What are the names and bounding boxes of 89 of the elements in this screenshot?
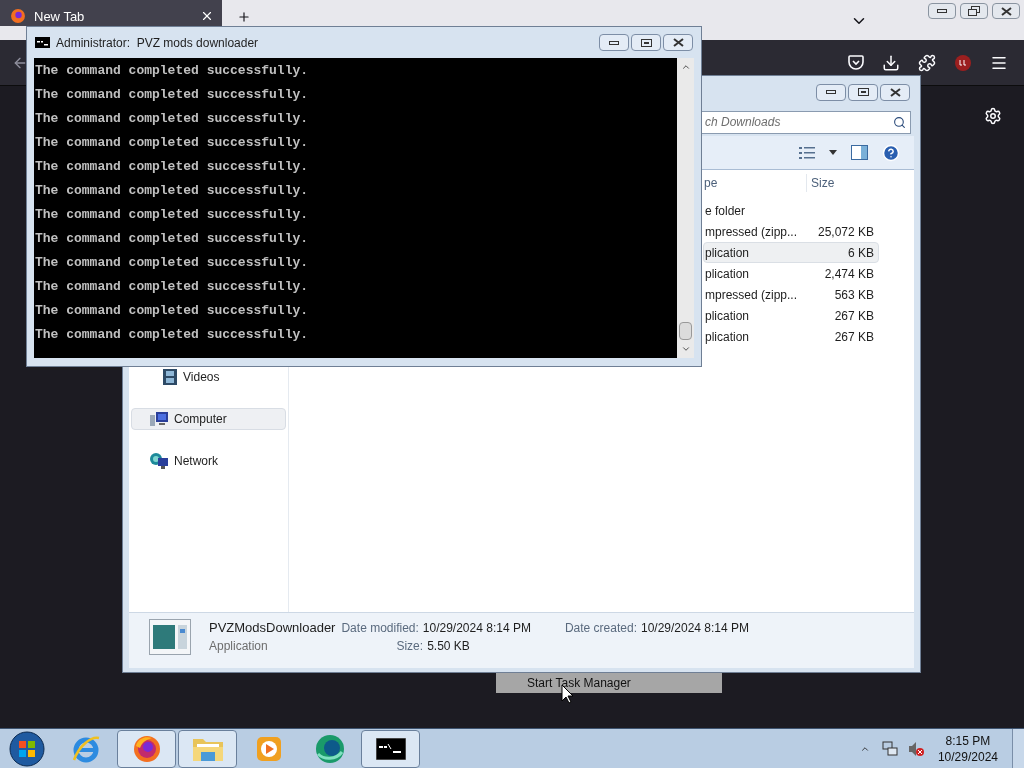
close-icon [1000, 6, 1012, 16]
minimize-icon [826, 90, 836, 94]
field-label: Size: [396, 638, 424, 655]
computer-icon [150, 411, 168, 427]
minimize-icon [937, 9, 947, 13]
close-button[interactable] [663, 34, 693, 51]
console-line: The command completed successfully. [34, 230, 310, 248]
firefox-icon [131, 733, 162, 764]
network-icon [150, 453, 168, 469]
minimize-icon [609, 40, 619, 45]
file-name: PVZModsDownloader [209, 619, 336, 637]
console-line: The command completed successfully. [34, 302, 310, 320]
nav-item[interactable]: Videos [131, 366, 286, 388]
scroll-up-icon[interactable] [680, 62, 691, 72]
file-row[interactable]: e folder [703, 200, 879, 221]
puzzle-icon[interactable] [918, 53, 936, 72]
scrollbar[interactable] [677, 58, 694, 358]
close-tab-icon[interactable] [200, 9, 214, 23]
window-title: Administrator: PVZ mods downloader [56, 34, 260, 52]
column-header[interactable]: Size [806, 174, 879, 192]
download-icon[interactable] [882, 53, 900, 72]
console-line: The command completed successfully. [34, 158, 310, 176]
console-line: The command completed successfully. [34, 86, 310, 104]
field-value: 10/29/2024 8:14 PM [422, 620, 531, 637]
restore-icon [968, 6, 980, 16]
maximize-icon [857, 88, 869, 96]
shield-icon[interactable] [954, 53, 972, 72]
help-icon[interactable] [882, 143, 900, 162]
file-row[interactable]: mpressed (zipp... 25,072 KB [703, 221, 879, 242]
console-line: The command completed successfully. [34, 134, 310, 152]
console-line: The command completed successfully. [34, 182, 310, 200]
clock-date[interactable]: 10/29/2024 [937, 748, 998, 765]
console-line: The command completed successfully. [34, 206, 310, 224]
close-icon [672, 38, 684, 47]
sphere-icon [313, 733, 346, 764]
close-icon [889, 87, 901, 97]
minimize-button[interactable] [599, 34, 629, 51]
new-tab-icon[interactable] [237, 10, 251, 24]
pocket-icon[interactable] [848, 55, 864, 70]
browser-tab[interactable]: New Tab [0, 0, 222, 26]
file-type: Application [209, 638, 269, 655]
console-line: The command completed successfully. [34, 278, 310, 296]
dropdown-arrow-icon[interactable] [829, 150, 837, 155]
column-header[interactable]: pe [703, 174, 806, 192]
maximize-button[interactable] [631, 34, 661, 51]
muted-speaker-icon[interactable] [907, 740, 924, 757]
console-line: The command completed successfully. [34, 326, 310, 344]
field-value: 10/29/2024 8:14 PM [640, 620, 750, 637]
close-button[interactable] [992, 3, 1020, 19]
nav-item[interactable]: Computer [131, 408, 286, 430]
scroll-down-icon[interactable] [680, 344, 691, 354]
film-icon [163, 369, 177, 385]
menu-item[interactable]: Start Task Manager [496, 673, 722, 693]
play-icon [255, 735, 282, 762]
search-field[interactable]: ch Downloads [701, 110, 911, 134]
maximize-button[interactable] [848, 83, 878, 101]
file-row[interactable]: plication 267 KB [703, 305, 879, 326]
view-list-icon[interactable] [799, 145, 815, 160]
console-line: The command completed successfully. [34, 62, 310, 80]
settings-icon[interactable] [984, 107, 1002, 125]
field-label: Date modified: [341, 620, 419, 637]
nav-item[interactable]: Network [131, 450, 286, 472]
minimize-button[interactable] [816, 83, 846, 101]
field-label: Date created: [564, 620, 637, 637]
file-row[interactable]: plication 2,474 KB [703, 263, 879, 284]
tab-title: New Tab [34, 8, 86, 27]
search-icon [893, 115, 906, 129]
file-row[interactable]: mpressed (zipp... 563 KB [703, 284, 879, 305]
file-row[interactable]: plication 6 KB [703, 242, 879, 263]
maximize-icon [640, 38, 652, 47]
taskbar-button[interactable] [361, 729, 420, 768]
scroll-thumb[interactable] [679, 322, 692, 340]
close-button[interactable] [880, 83, 910, 101]
globe-e-icon [70, 733, 101, 764]
firefox-icon [10, 8, 26, 24]
network-icon[interactable] [881, 740, 898, 757]
console-line: The command completed successfully. [34, 110, 310, 128]
clock-time[interactable]: 8:15 PM [945, 732, 991, 749]
console-line: The command completed successfully. [34, 254, 310, 272]
app-thumbnail-icon [149, 619, 191, 655]
console-icon [35, 37, 50, 48]
console-icon [375, 737, 406, 760]
restore-button[interactable] [960, 3, 988, 19]
preview-pane-icon[interactable] [851, 145, 868, 160]
minimize-button[interactable] [928, 3, 956, 19]
show-desktop-button[interactable] [1012, 728, 1024, 768]
field-value: 5.50 KB [427, 638, 470, 655]
file-row[interactable]: plication 267 KB [703, 326, 879, 347]
start-button[interactable] [8, 729, 46, 768]
